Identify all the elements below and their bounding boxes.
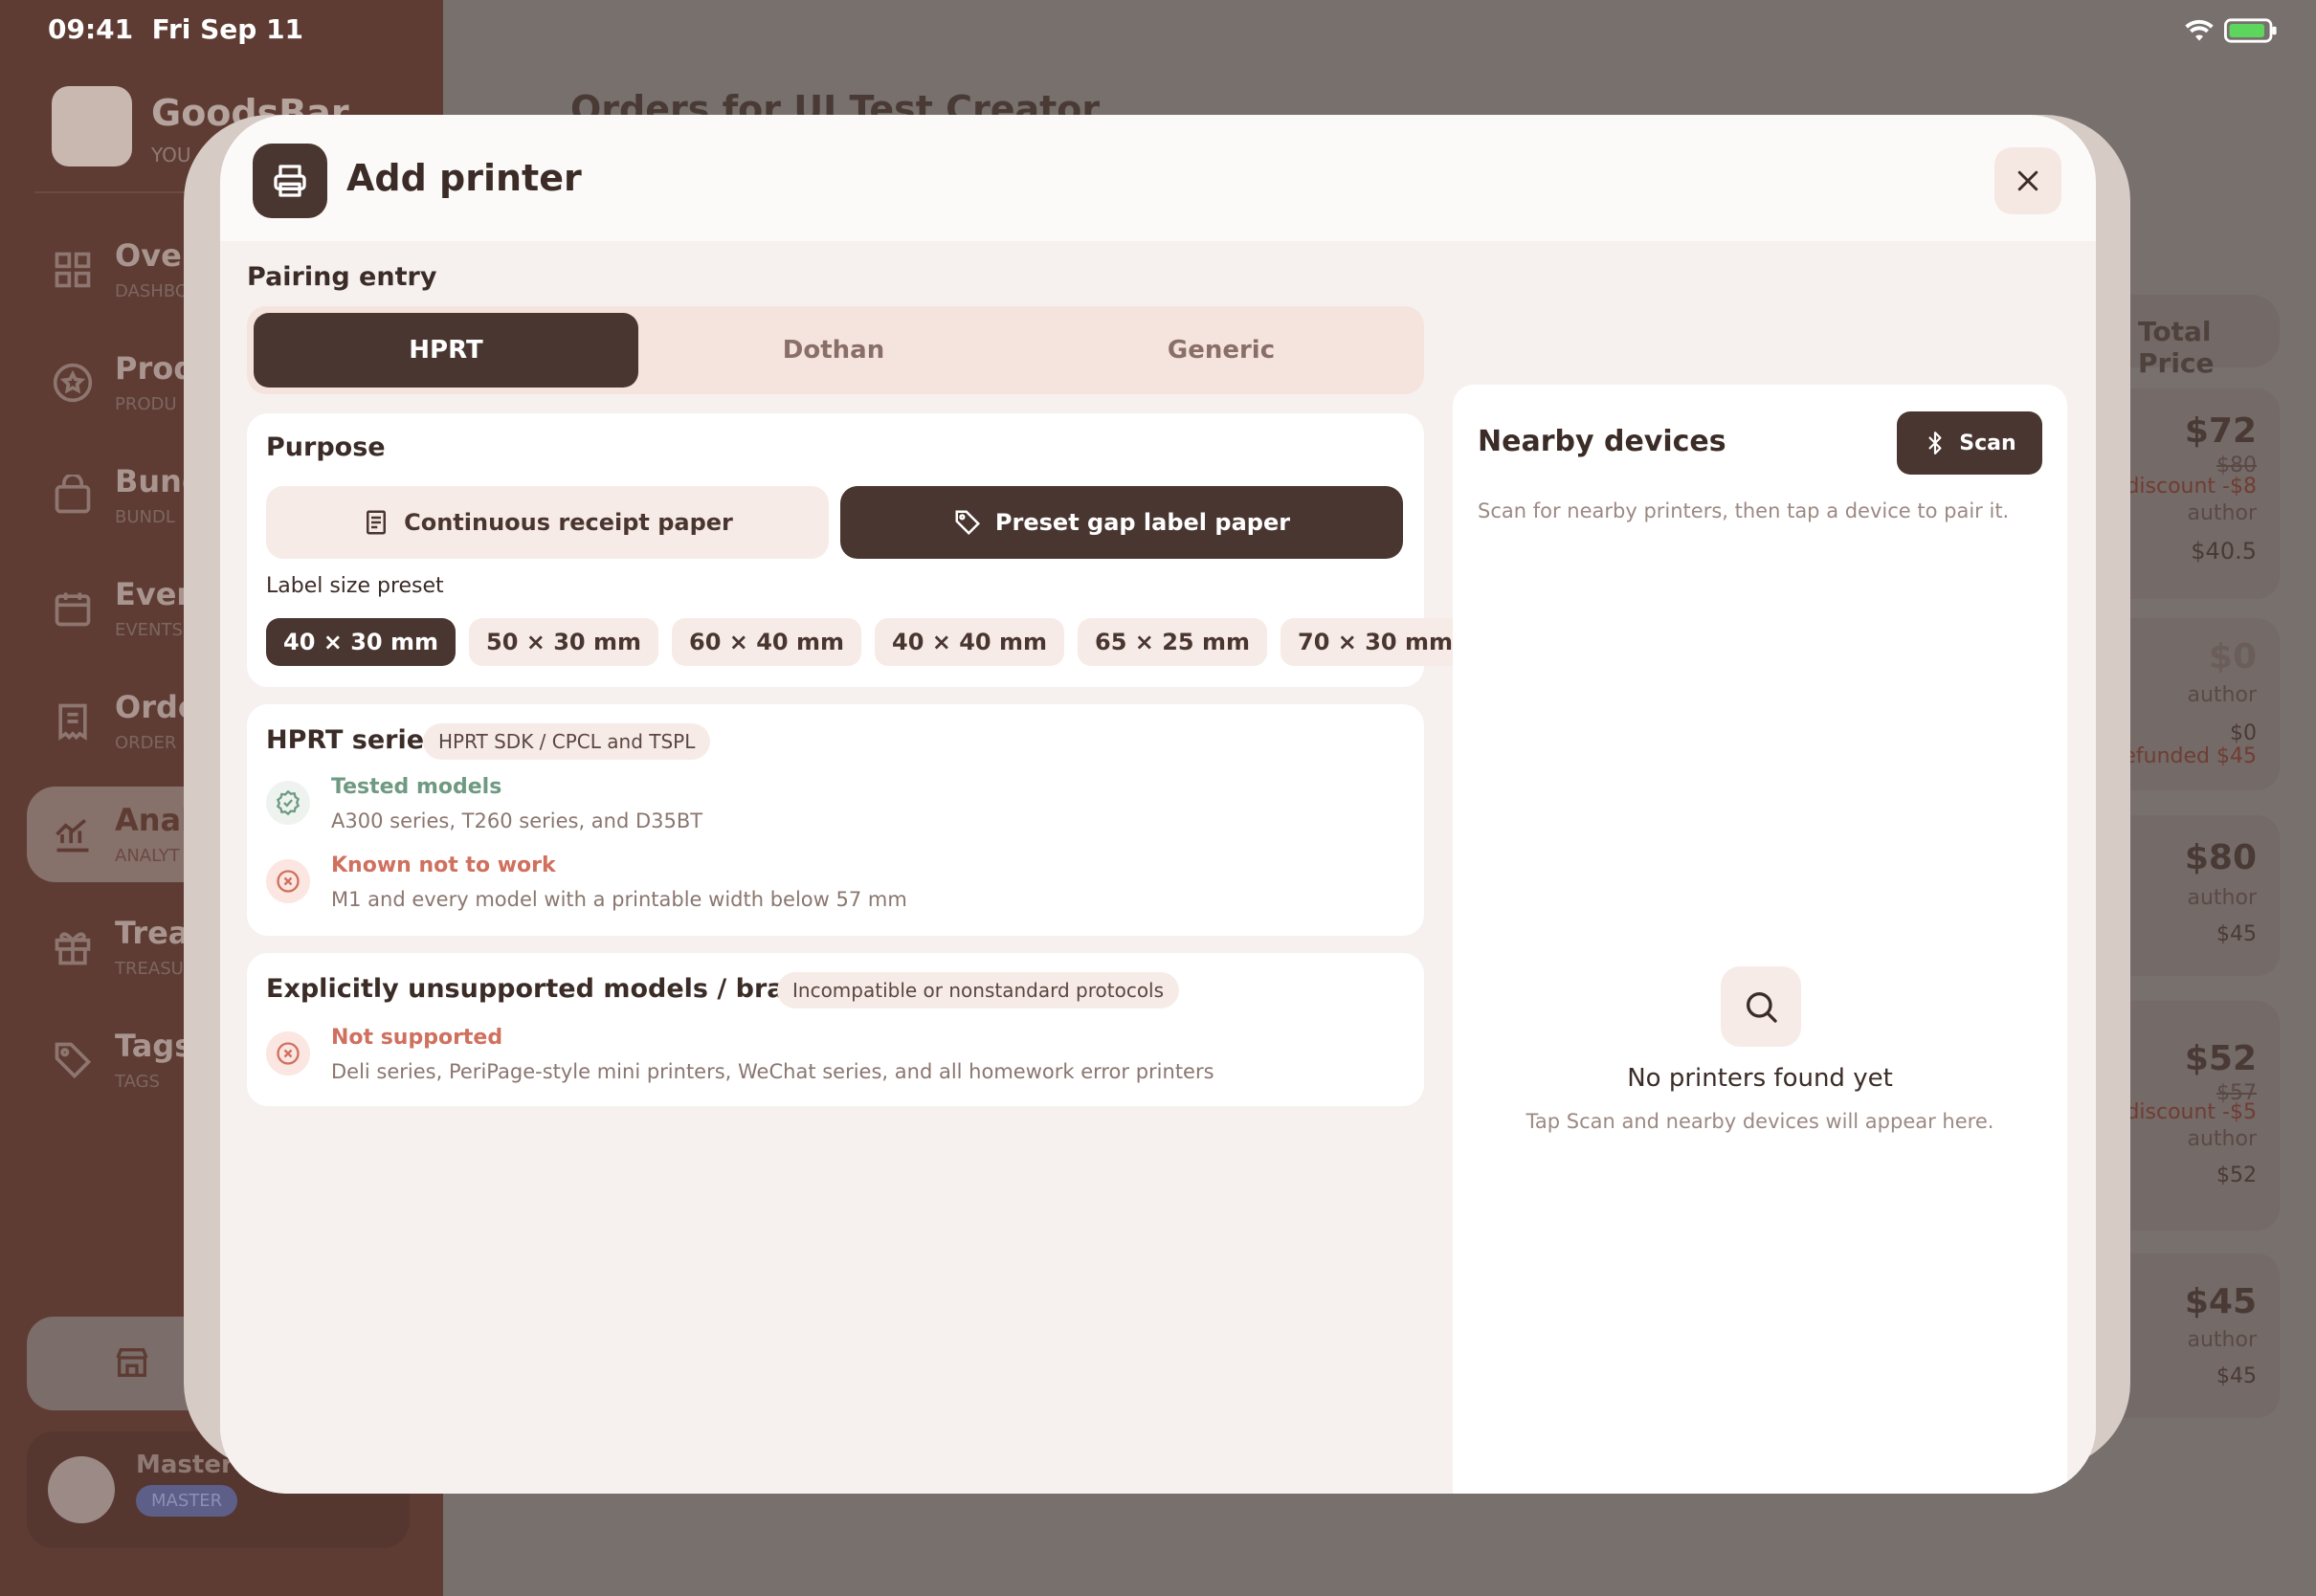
sidebar-item-sub: TAGS <box>115 1072 160 1092</box>
sidebar-item-sub: TREASU <box>115 959 184 979</box>
label-size-preset-label: Label size preset <box>266 574 444 598</box>
app-logo <box>52 86 132 166</box>
size-chip[interactable]: 40 × 30 mm <box>266 618 456 666</box>
hprt-series-title: HPRT series <box>266 725 440 755</box>
nearby-devices-title: Nearby devices <box>1478 425 1726 458</box>
order-total: $0 <box>2230 721 2257 745</box>
not-supported-desc: Deli series, PeriPage-style mini printer… <box>331 1060 1214 1083</box>
status-icons <box>2184 17 2278 44</box>
nearby-subtitle: Scan for nearby printers, then tap a dev… <box>1478 499 2010 522</box>
x-circle-icon <box>266 1031 310 1075</box>
order-author: author <box>2187 1127 2258 1151</box>
unsupported-card: Explicitly unsupported models / brands I… <box>247 953 1424 1106</box>
order-price: $72 <box>2184 411 2257 451</box>
empty-state-subtitle: Tap Scan and nearby devices will appear … <box>1525 1110 1994 1133</box>
order-total: $40.5 <box>2191 538 2257 565</box>
sidebar-item-sub: ORDER <box>115 733 177 753</box>
chart-icon <box>56 818 89 853</box>
receipt-icon <box>367 510 387 535</box>
order-price: $52 <box>2184 1039 2257 1078</box>
close-icon <box>2017 170 2038 191</box>
sidebar-item-sub: DASHBO <box>115 281 189 301</box>
preset-gap-label-button[interactable]: Preset gap label paper <box>840 486 1403 559</box>
known-not-work-title: Known not to work <box>331 853 556 877</box>
pairing-tabs: HPRT Dothan Generic <box>247 306 1424 394</box>
continuous-receipt-label: Continuous receipt paper <box>404 509 733 536</box>
nearby-devices-panel <box>1453 385 2067 1494</box>
user-name: Master <box>136 1451 234 1479</box>
tested-models-desc: A300 series, T260 series, and D35BT <box>331 809 703 832</box>
tag-icon <box>955 510 980 536</box>
tested-models-title: Tested models <box>331 775 502 799</box>
order-author: author <box>2187 1328 2258 1352</box>
calendar-icon <box>55 592 91 627</box>
sidebar-item-label: Tags <box>115 1028 193 1064</box>
known-not-work-desc: M1 and every model with a printable widt… <box>331 888 907 911</box>
order-discount: discount -$5 <box>2126 1100 2257 1124</box>
size-chip[interactable]: 70 × 30 mm <box>1280 618 1470 666</box>
status-time: 09:41 Fri Sep 11 <box>48 13 304 45</box>
avatar <box>48 1456 115 1523</box>
order-price: $0 <box>2208 637 2257 676</box>
preset-gap-label-text: Preset gap label paper <box>994 509 1291 536</box>
sidebar-item-sub: BUNDL <box>115 507 175 527</box>
order-total: $52 <box>2216 1164 2257 1187</box>
order-discount: discount -$8 <box>2126 475 2257 499</box>
size-chip[interactable]: 50 × 30 mm <box>469 618 658 666</box>
add-printer-modal: Add printer Pairing entry HPRT Dothan Ge… <box>220 115 2096 1494</box>
order-refund: Refunded $45 <box>2109 744 2257 768</box>
sidebar-item-sub: EVENTS <box>115 620 183 640</box>
label-size-chips: 40 × 30 mm 50 × 30 mm 60 × 40 mm 40 × 40… <box>266 618 1470 666</box>
hprt-protocol-tag: HPRT SDK / CPCL and TSPL <box>423 723 711 760</box>
tab-dothan[interactable]: Dothan <box>641 313 1026 388</box>
purpose-label: Purpose <box>266 432 386 462</box>
sidebar-item-sub: PRODU <box>115 394 177 414</box>
tab-hprt[interactable]: HPRT <box>254 313 638 388</box>
modal-header: Add printer <box>220 115 2096 241</box>
order-total: $45 <box>2216 922 2257 946</box>
hprt-series-card: HPRT series HPRT SDK / CPCL and TSPL Tes… <box>247 704 1424 936</box>
sidebar-item-sub: ANALYT <box>115 846 180 866</box>
tag-icon <box>55 1042 92 1079</box>
not-supported-title: Not supported <box>331 1026 503 1050</box>
modal-body: Pairing entry HPRT Dothan Generic Purpos… <box>220 241 2096 1494</box>
order-total: $45 <box>2216 1364 2257 1388</box>
gift-icon <box>55 932 91 965</box>
app-subtitle: YOU <box>151 144 191 166</box>
empty-state-title: No printers found yet <box>1627 1064 1893 1093</box>
check-circle-icon <box>266 781 310 825</box>
printer-icon <box>253 144 327 218</box>
close-button[interactable] <box>1994 147 2061 214</box>
scan-label: Scan <box>1959 431 2016 455</box>
purpose-card: Purpose Continuous receipt paper Preset … <box>247 413 1470 687</box>
grid-icon <box>55 252 91 288</box>
box-icon <box>55 475 91 514</box>
receipt-icon <box>58 703 87 741</box>
battery-icon <box>2224 18 2277 43</box>
size-chip[interactable]: 60 × 40 mm <box>672 618 861 666</box>
search-icon <box>1721 966 1801 1047</box>
size-chip[interactable]: 65 × 25 mm <box>1078 618 1267 666</box>
order-author: author <box>2187 886 2258 910</box>
order-author: author <box>2187 683 2258 707</box>
order-author: author <box>2187 501 2258 525</box>
scan-button[interactable]: Scan <box>1897 411 2042 475</box>
star-icon <box>53 363 93 403</box>
pairing-entry-label: Pairing entry <box>247 262 437 292</box>
modal-title: Add printer <box>346 157 582 199</box>
wifi-icon <box>2185 19 2214 41</box>
x-circle-icon <box>266 859 310 903</box>
size-chip[interactable]: 40 × 40 mm <box>875 618 1064 666</box>
unsupported-tag: Incompatible or nonstandard protocols <box>777 972 1180 1009</box>
tab-generic[interactable]: Generic <box>1029 313 1414 388</box>
continuous-receipt-button[interactable]: Continuous receipt paper <box>266 486 829 559</box>
order-price: $80 <box>2184 838 2257 877</box>
order-price: $45 <box>2184 1282 2257 1321</box>
bluetooth-icon <box>1928 432 1942 454</box>
store-icon <box>116 1348 148 1377</box>
unsupported-title: Explicitly unsupported models / brands <box>266 974 837 1004</box>
